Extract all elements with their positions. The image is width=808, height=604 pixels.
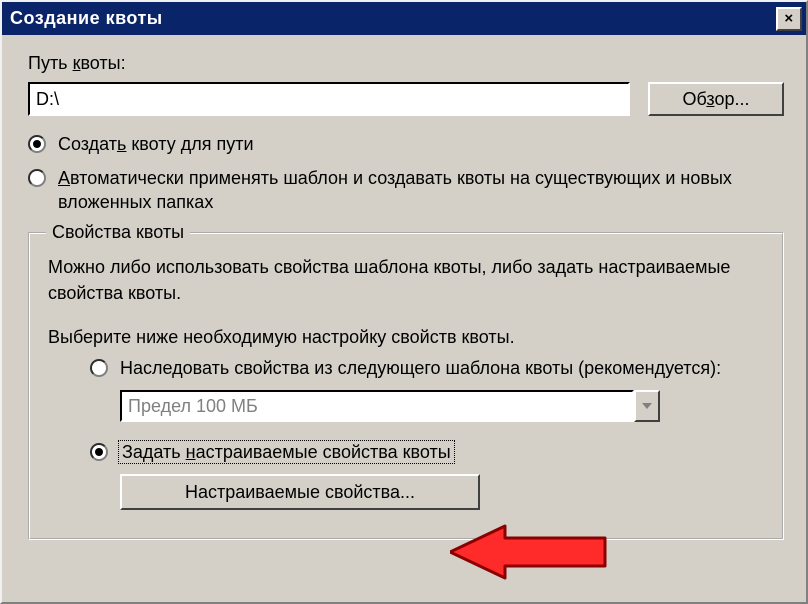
group-legend: Свойства квоты [46, 222, 190, 243]
prompt-text: Выберите ниже необходимую настройку свой… [48, 324, 764, 350]
template-combo-value: Предел 100 МБ [128, 396, 258, 417]
close-button[interactable]: × [776, 7, 802, 31]
radio-auto[interactable] [28, 169, 46, 187]
path-input[interactable] [28, 82, 630, 116]
browse-post: ор... [714, 89, 749, 109]
dialog-window: Создание квоты × Путь квоты: Обзор... Со… [0, 0, 808, 604]
custom-properties-button[interactable]: Настраиваемые свойства... [120, 474, 480, 510]
radio-create-pre: Создат [58, 134, 117, 154]
quota-properties-group: Свойства квоты Можно либо использовать с… [28, 232, 784, 540]
radio-custom-post: астраиваемые свойства квоты [196, 442, 451, 462]
chevron-down-icon [642, 403, 652, 409]
radio-create-post: квоту для пути [126, 134, 253, 154]
radio-custom-row[interactable]: Задать настраиваемые свойства квоты [90, 440, 764, 464]
radio-auto-accel: А [58, 168, 70, 188]
window-title: Создание квоты [10, 8, 776, 29]
info-text: Можно либо использовать свойства шаблона… [48, 254, 764, 306]
radio-create[interactable] [28, 135, 46, 153]
radio-custom[interactable] [90, 443, 108, 461]
browse-button[interactable]: Обзор... [648, 82, 784, 116]
close-icon: × [784, 10, 793, 27]
radio-custom-accel: н [186, 442, 196, 462]
path-label-post: воты: [80, 53, 125, 73]
path-label: Путь квоты: [28, 53, 126, 74]
path-label-pre: Путь [28, 53, 73, 73]
radio-inherit[interactable] [90, 359, 108, 377]
radio-custom-label: Задать настраиваемые свойства квоты [120, 440, 453, 464]
path-row: Обзор... [28, 82, 784, 116]
radio-auto-row[interactable]: Автоматически применять шаблон и создава… [28, 166, 784, 214]
custom-button-wrap: Настраиваемые свойства... [120, 474, 764, 510]
radio-inherit-row[interactable]: Наследовать свойства из следующего шабло… [90, 356, 764, 380]
radio-create-accel: ь [117, 134, 126, 154]
titlebar: Создание квоты × [2, 2, 806, 35]
radio-create-label: Создать квоту для пути [58, 132, 254, 156]
template-combo-button[interactable] [634, 390, 660, 422]
client-area: Путь квоты: Обзор... Создать квоту для п… [2, 35, 806, 550]
custom-properties-label: Настраиваемые свойства... [185, 482, 415, 502]
template-combo-wrap: Предел 100 МБ [120, 390, 660, 422]
radio-auto-post: втоматически применять шаблон и создават… [58, 168, 732, 212]
radio-inherit-label: Наследовать свойства из следующего шабло… [120, 356, 721, 380]
template-combo[interactable]: Предел 100 МБ [120, 390, 634, 422]
radio-custom-pre: Задать [122, 442, 186, 462]
radio-create-row[interactable]: Создать квоту для пути [28, 132, 784, 156]
browse-pre: Об [682, 89, 706, 109]
radio-auto-label: Автоматически применять шаблон и создава… [58, 166, 784, 214]
